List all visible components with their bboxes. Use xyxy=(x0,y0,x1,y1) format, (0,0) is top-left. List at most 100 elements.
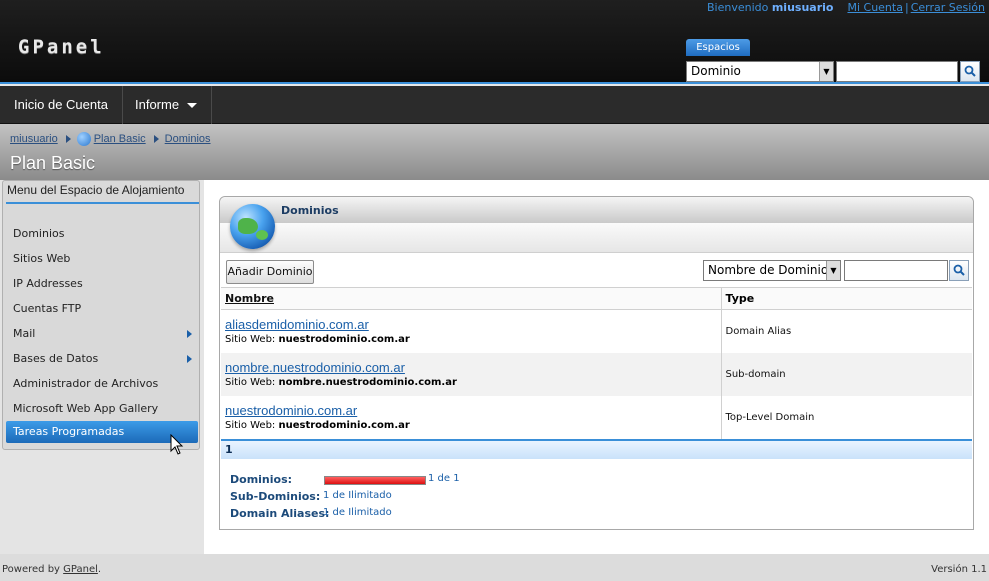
quota-value: 1 de 1 xyxy=(428,473,460,484)
caret-down-icon xyxy=(187,103,198,109)
type-cell: Domain Alias xyxy=(725,325,792,337)
nav-account-home[interactable]: Inicio de Cuenta xyxy=(0,86,123,124)
quota-value: 1 de Ilimitado xyxy=(323,490,392,501)
breadcrumb-domains[interactable]: Dominios xyxy=(165,133,211,145)
sidebar-item-label: IP Addresses xyxy=(13,277,83,290)
powered-by-suffix: . xyxy=(97,564,102,575)
main-panel: Dominios Añadir Dominio Nombre de Domini… xyxy=(204,180,989,554)
column-header-type: Type xyxy=(721,287,972,310)
top-search-input[interactable] xyxy=(836,61,958,82)
column-header-name[interactable]: Nombre xyxy=(221,287,722,310)
sidebar-item-databases[interactable]: Bases de Datos xyxy=(6,346,198,371)
table-row: nuestrodominio.com.ar Sitio Web: nuestro… xyxy=(221,395,972,439)
menu-divider xyxy=(6,202,199,204)
breadcrumb: miusuario Plan Basic Dominios xyxy=(10,132,211,146)
sidebar-item-web-app-gallery[interactable]: Microsoft Web App Gallery xyxy=(6,396,198,421)
quota-progress-fill xyxy=(325,477,425,484)
mouse-cursor-icon xyxy=(170,434,184,455)
site-name: nuestrodominio.com.ar xyxy=(278,420,410,431)
breadcrumb-arrow-icon xyxy=(153,135,159,143)
domain-cell: nuestrodominio.com.ar Sitio Web: nuestro… xyxy=(221,395,722,439)
table-row: aliasdemidominio.com.ar Sitio Web: nuest… xyxy=(221,309,972,353)
top-header: GPanel Bienvenido miusuario Mi Cuenta | Ce… xyxy=(0,0,989,84)
globe-icon xyxy=(76,132,91,146)
site-line: Sitio Web: nuestrodominio.com.ar xyxy=(225,334,721,345)
sidebar-item-label: Sitios Web xyxy=(13,252,71,265)
sidebar-item-label: Cuentas FTP xyxy=(13,302,82,315)
sidebar-item-label: Tareas Programadas xyxy=(13,425,125,438)
hosting-menu: Menu del Espacio de Alojamiento Dominios… xyxy=(2,180,200,450)
sidebar-item-label: Administrador de Archivos xyxy=(13,377,159,390)
footer: Powered by GPanel. Versión 1.1 xyxy=(0,554,989,581)
panel-subheader xyxy=(220,223,973,253)
domain-link[interactable]: nombre.nuestrodominio.com.ar xyxy=(225,360,721,375)
sidebar-item-websites[interactable]: Sitios Web xyxy=(6,246,198,271)
search-scope-select[interactable]: Dominio ▼ xyxy=(686,61,834,82)
sidebar-item-label: Mail xyxy=(13,327,36,340)
page-title: Plan Basic xyxy=(10,153,96,173)
powered-by-text: Powered by xyxy=(2,564,60,575)
site-label: Sitio Web: xyxy=(225,334,276,346)
site-line: Sitio Web: nombre.nuestrodominio.com.ar xyxy=(225,377,721,388)
quota-progress-bar xyxy=(324,476,426,485)
sidebar-item-label: Microsoft Web App Gallery xyxy=(13,402,159,415)
chevron-down-icon[interactable]: ▼ xyxy=(826,261,840,280)
domains-table: Nombre Type aliasdemidominio.com.ar Siti… xyxy=(221,287,972,439)
welcome-text: Bienvenido xyxy=(706,1,769,14)
site-name: nuestrodominio.com.ar xyxy=(278,334,410,346)
menu-title: Menu del Espacio de Alojamiento xyxy=(7,183,185,197)
domain-cell: aliasdemidominio.com.ar Sitio Web: nuest… xyxy=(221,309,722,353)
breadcrumb-user[interactable]: miusuario xyxy=(10,133,58,145)
breadcrumb-plan[interactable]: Plan Basic xyxy=(94,133,146,145)
chevron-down-icon[interactable]: ▼ xyxy=(819,62,833,81)
filter-search-button[interactable] xyxy=(949,260,969,281)
domain-link[interactable]: nuestrodominio.com.ar xyxy=(225,403,721,418)
welcome-bar: Bienvenido miusuario Mi Cuenta | Cerrar Se… xyxy=(706,1,985,14)
submenu-arrow-icon xyxy=(187,330,192,338)
sidebar-item-ip-addresses[interactable]: IP Addresses xyxy=(6,271,198,296)
add-domain-button[interactable]: Añadir Dominio xyxy=(226,260,314,284)
filter-field-select[interactable]: Nombre de Dominio ▼ xyxy=(703,260,841,281)
version-label: Versión 1.1 xyxy=(931,564,987,575)
search-scope-value: Dominio xyxy=(691,64,741,78)
powered-by: Powered by GPanel. xyxy=(2,564,101,575)
menu-list: Dominios Sitios Web IP Addresses Cuentas… xyxy=(6,221,198,443)
filter-search-input[interactable] xyxy=(844,260,948,281)
site-line: Sitio Web: nuestrodominio.com.ar xyxy=(225,420,721,431)
top-search: Dominio ▼ xyxy=(686,61,982,83)
page-number[interactable]: 1 xyxy=(225,443,233,456)
breadcrumb-arrow-icon xyxy=(65,135,71,143)
left-panel: Menu del Espacio de Alojamiento Dominios… xyxy=(0,180,204,554)
powered-by-link[interactable]: GPanel xyxy=(63,564,98,575)
sidebar-item-mail[interactable]: Mail xyxy=(6,321,198,346)
sidebar-item-file-manager[interactable]: Administrador de Archivos xyxy=(6,371,198,396)
gpanel-logo[interactable]: GPanel xyxy=(18,36,105,58)
filter-field-value: Nombre de Dominio xyxy=(708,263,829,277)
main-nav: Inicio de Cuenta Informe xyxy=(0,86,989,124)
nav-report-label: Informe xyxy=(135,97,180,112)
quota-value: 1 de Ilimitado xyxy=(323,507,392,518)
quota-label: Domain Aliases: xyxy=(230,507,330,520)
my-account-link[interactable]: Mi Cuenta xyxy=(847,1,903,14)
site-label: Sitio Web: xyxy=(225,420,276,431)
globe-icon xyxy=(230,204,275,249)
sidebar-item-domains[interactable]: Dominios xyxy=(6,221,198,246)
type-cell: Sub-domain xyxy=(721,352,972,396)
username-label: miusuario xyxy=(771,1,834,14)
sidebar-item-label: Bases de Datos xyxy=(13,352,99,365)
domain-link[interactable]: aliasdemidominio.com.ar xyxy=(225,317,721,332)
panel-header: Dominios xyxy=(220,197,973,223)
pager: 1 xyxy=(221,439,972,459)
nav-report[interactable]: Informe xyxy=(121,86,213,124)
sidebar-item-label: Dominios xyxy=(13,227,65,240)
panel-title: Dominios xyxy=(281,204,339,217)
top-search-button[interactable] xyxy=(960,61,980,82)
logout-link[interactable]: Cerrar Sesión xyxy=(911,1,985,14)
domain-cell: nombre.nuestrodominio.com.ar Sitio Web: … xyxy=(221,352,722,396)
site-label: Sitio Web: xyxy=(225,377,276,388)
sidebar-item-ftp-accounts[interactable]: Cuentas FTP xyxy=(6,296,198,321)
search-icon xyxy=(953,264,965,276)
spaces-tab[interactable]: Espacios xyxy=(686,39,750,56)
table-row: nombre.nuestrodominio.com.ar Sitio Web: … xyxy=(221,352,972,396)
site-name: nombre.nuestrodominio.com.ar xyxy=(278,377,457,388)
